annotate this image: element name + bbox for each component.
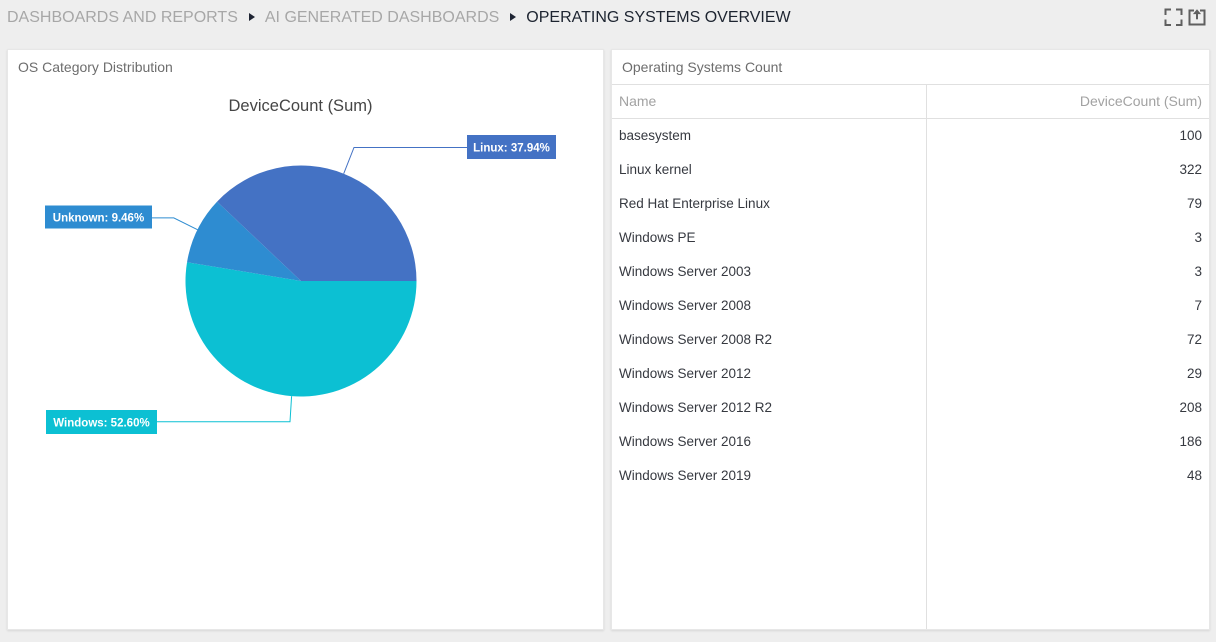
svg-text:Linux: 37.94%: Linux: 37.94% [473,143,550,155]
svg-text:Unknown: 9.46%: Unknown: 9.46% [53,213,144,225]
svg-text:Windows: 52.60%: Windows: 52.60% [53,418,149,430]
